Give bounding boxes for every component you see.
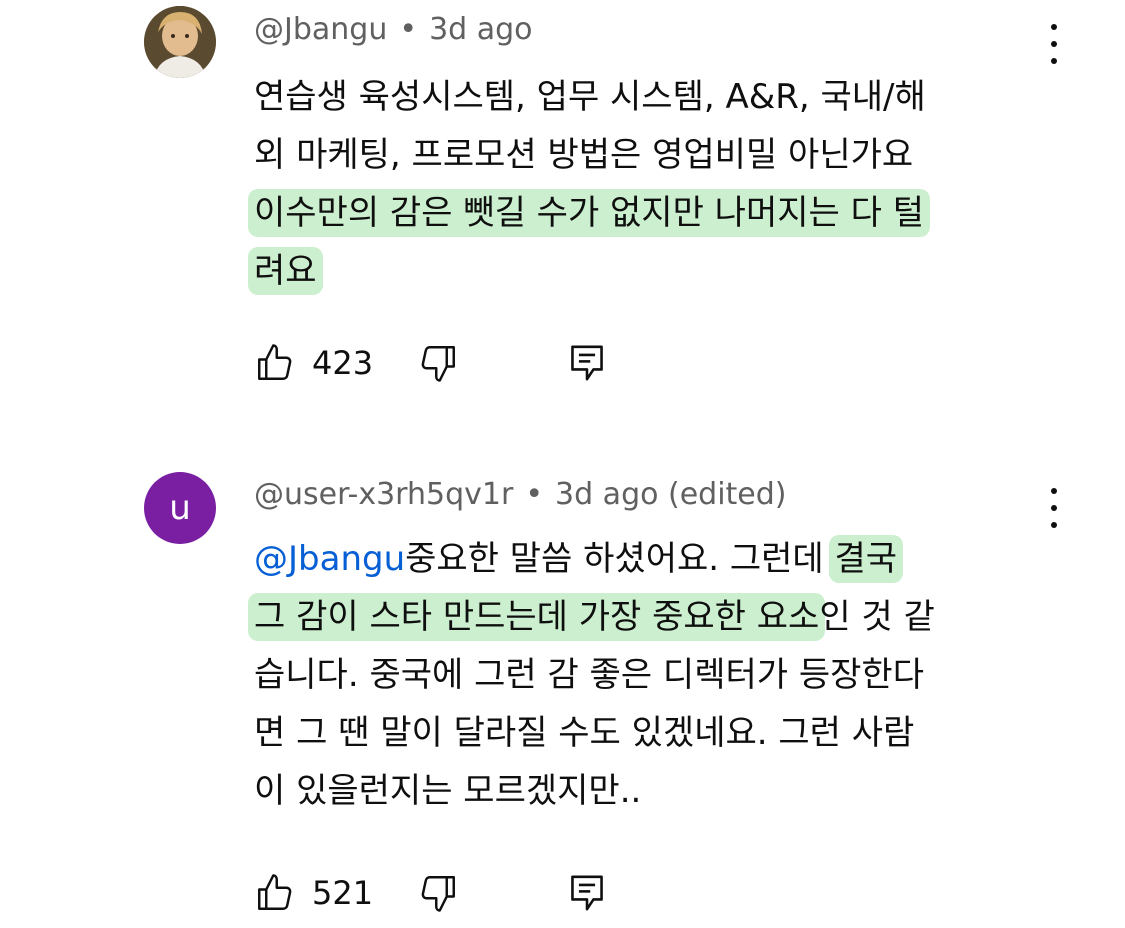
separator-dot: •	[399, 12, 418, 47]
comment-actions: 521	[254, 868, 607, 918]
like-button[interactable]: 521	[254, 872, 373, 914]
text-segment: 외 마케팅, 프로모션 방법은 영업비밀 아닌가요	[254, 135, 914, 175]
avatar[interactable]	[144, 6, 216, 78]
text-segment: 중요한 말씀 하셨어요. 그런데	[405, 539, 835, 579]
thumbs-down-icon	[421, 346, 456, 382]
comment-line: 그 감이 스타 만드는데 가장 중요한 요소인 것 같	[248, 588, 1054, 646]
comment-time: 3d ago (edited)	[555, 477, 787, 512]
highlighted-text: 이수만의 감은 뺏길 수가 없지만 나머지는 다 털	[248, 189, 930, 237]
dislike-button[interactable]	[417, 342, 459, 384]
comment-text: 연습생 육성시스템, 업무 시스템, A&R, 국내/해 외 마케팅, 프로모션…	[248, 68, 1054, 300]
comment-line: 연습생 육성시스템, 업무 시스템, A&R, 국내/해	[254, 68, 1054, 126]
comment-line: @Jbangu중요한 말씀 하셨어요. 그런데 결국	[254, 530, 1054, 588]
dislike-button[interactable]	[417, 872, 459, 914]
text-segment: 습니다. 중국에 그런 감 좋은 디렉터가 등장한다	[254, 655, 924, 695]
thumbs-up-icon	[258, 344, 292, 380]
thumbs-up-icon	[258, 874, 292, 910]
comment-line: 려요	[248, 242, 1054, 300]
more-vertical-icon[interactable]	[1040, 24, 1068, 64]
highlighted-text: 그 감이 스타 만드는데 가장 중요한 요소	[248, 593, 826, 641]
like-count: 423	[312, 344, 374, 382]
avatar[interactable]: u	[144, 472, 216, 544]
comment-line: 습니다. 중국에 그런 감 좋은 디렉터가 등장한다	[254, 646, 1054, 704]
comment-line: 면 그 땐 말이 달라질 수도 있겠네요. 그런 사람	[254, 704, 1054, 762]
comment-time: 3d ago	[429, 12, 533, 47]
author-name[interactable]: @user-x3rh5qv1r	[254, 477, 513, 512]
comment-line: 외 마케팅, 프로모션 방법은 영업비밀 아닌가요	[254, 126, 1054, 184]
more-vertical-icon[interactable]	[1040, 488, 1068, 528]
thumbs-down-icon	[421, 876, 456, 912]
reply-button[interactable]	[567, 342, 607, 384]
comment-text: @Jbangu중요한 말씀 하셨어요. 그런데 결국 그 감이 스타 만드는데 …	[248, 530, 1054, 820]
text-segment: 면 그 땐 말이 달라질 수도 있겠네요. 그런 사람	[254, 713, 915, 753]
reply-button[interactable]	[567, 872, 607, 914]
highlighted-text: 려요	[248, 247, 323, 295]
comment-line: 이수만의 감은 뺏길 수가 없지만 나머지는 다 털	[248, 184, 1054, 242]
author-name[interactable]: @Jbangu	[254, 12, 387, 47]
mention-link[interactable]: @Jbangu	[254, 539, 405, 579]
text-segment: 인 것 같	[819, 597, 935, 637]
avatar-photo-icon	[144, 6, 216, 78]
comment-line: 이 있을런지는 모르겠지만..	[254, 762, 1054, 820]
like-count: 521	[312, 874, 374, 912]
reply-comment-icon	[571, 875, 603, 911]
comment-header: @user-x3rh5qv1r • 3d ago (edited)	[254, 477, 787, 512]
separator-dot: •	[525, 477, 544, 512]
highlighted-text: 결국	[828, 535, 904, 583]
comment-header: @Jbangu • 3d ago	[254, 12, 533, 47]
comment-actions: 423	[254, 338, 607, 388]
text-segment: 이 있을런지는 모르겠지만..	[254, 771, 642, 811]
avatar-letter: u	[169, 488, 191, 528]
like-button[interactable]: 423	[254, 342, 373, 384]
text-segment: 연습생 육성시스템, 업무 시스템, A&R, 국내/해	[254, 77, 926, 117]
reply-comment-icon	[571, 345, 603, 381]
